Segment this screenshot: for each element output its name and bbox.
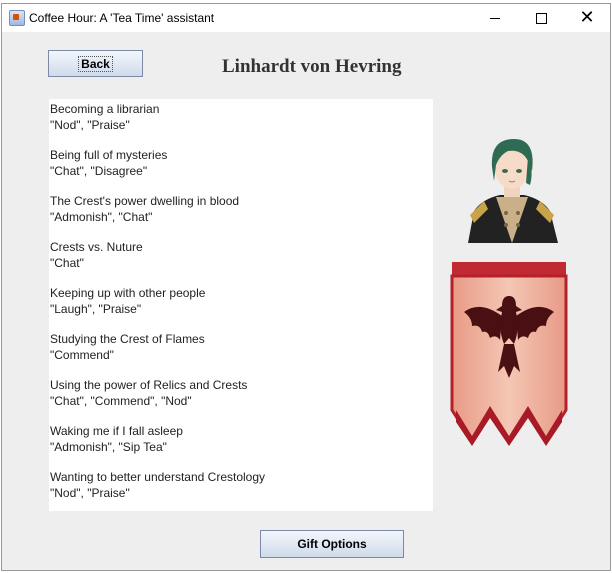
topic-title: Waking me if I fall asleep <box>50 424 183 438</box>
topic-responses: "Chat" <box>50 256 84 270</box>
back-button-label: Back <box>78 55 113 72</box>
topic-item: The Crest's power dwelling in blood "Admo… <box>50 193 239 225</box>
back-button[interactable]: Back <box>48 50 143 77</box>
topic-title: Keeping up with other people <box>50 286 206 300</box>
topic-item: Waking me if I fall asleep "Admonish", "S… <box>50 423 183 455</box>
topic-title: Wanting to better understand Crestology <box>50 470 266 484</box>
topic-title: Being full of mysteries <box>50 148 168 162</box>
maximize-icon <box>535 12 547 24</box>
topic-responses: "Nod", "Praise" <box>50 118 130 132</box>
topic-title: The Crest's power dwelling in blood <box>50 194 240 208</box>
character-name: Linhardt von Hevring <box>222 56 402 77</box>
topic-title: Using the power of Relics and Crests <box>50 378 248 392</box>
close-icon: ✕ <box>579 7 595 28</box>
topic-item: Wanting to better understand Crestology "… <box>50 469 265 501</box>
topic-item: Becoming a librarian "Nod", "Praise" <box>50 101 159 133</box>
topic-responses: "Chat", "Disagree" <box>50 164 148 178</box>
title-bar[interactable]: Coffee Hour: A 'Tea Time' assistant ✕ <box>2 4 610 32</box>
topic-responses: "Admonish", "Chat" <box>50 210 153 224</box>
topic-item: Keeping up with other people "Laugh", "Pr… <box>50 285 205 317</box>
topic-title: Studying the Crest of Flames <box>50 332 205 346</box>
topic-responses: "Laugh", "Praise" <box>50 302 142 316</box>
topic-item: Using the power of Relics and Crests "Cha… <box>50 377 247 409</box>
topic-title: Becoming a librarian <box>50 102 160 116</box>
topic-responses: "Nod", "Praise" <box>50 486 130 500</box>
app-window: Coffee Hour: A 'Tea Time' assistant ✕ Ba… <box>1 3 611 571</box>
gift-options-button[interactable]: Gift Options <box>260 530 404 558</box>
window-controls: ✕ <box>472 4 610 32</box>
character-portrait <box>468 139 558 243</box>
minimize-button[interactable] <box>472 4 518 32</box>
topic-responses: "Admonish", "Sip Tea" <box>50 440 167 454</box>
window-title: Coffee Hour: A 'Tea Time' assistant <box>29 11 215 25</box>
java-coffee-icon <box>9 10 25 26</box>
maximize-button[interactable] <box>518 4 564 32</box>
gift-options-label: Gift Options <box>297 537 367 551</box>
topic-list: Becoming a librarian "Nod", "Praise" Being… <box>49 99 433 511</box>
black-eagle-banner <box>450 262 568 446</box>
topic-item: Being full of mysteries "Chat", "Disagree… <box>50 147 167 179</box>
topic-responses: "Chat", "Commend", "Nod" <box>50 394 192 408</box>
topic-item: Studying the Crest of Flames "Commend" <box>50 331 205 363</box>
topic-title: Crests vs. Nuture <box>50 240 143 254</box>
close-button[interactable]: ✕ <box>564 4 610 32</box>
topic-item: Crests vs. Nuture "Chat" <box>50 239 143 271</box>
topic-responses: "Commend" <box>50 348 114 362</box>
minimize-icon <box>490 17 500 19</box>
